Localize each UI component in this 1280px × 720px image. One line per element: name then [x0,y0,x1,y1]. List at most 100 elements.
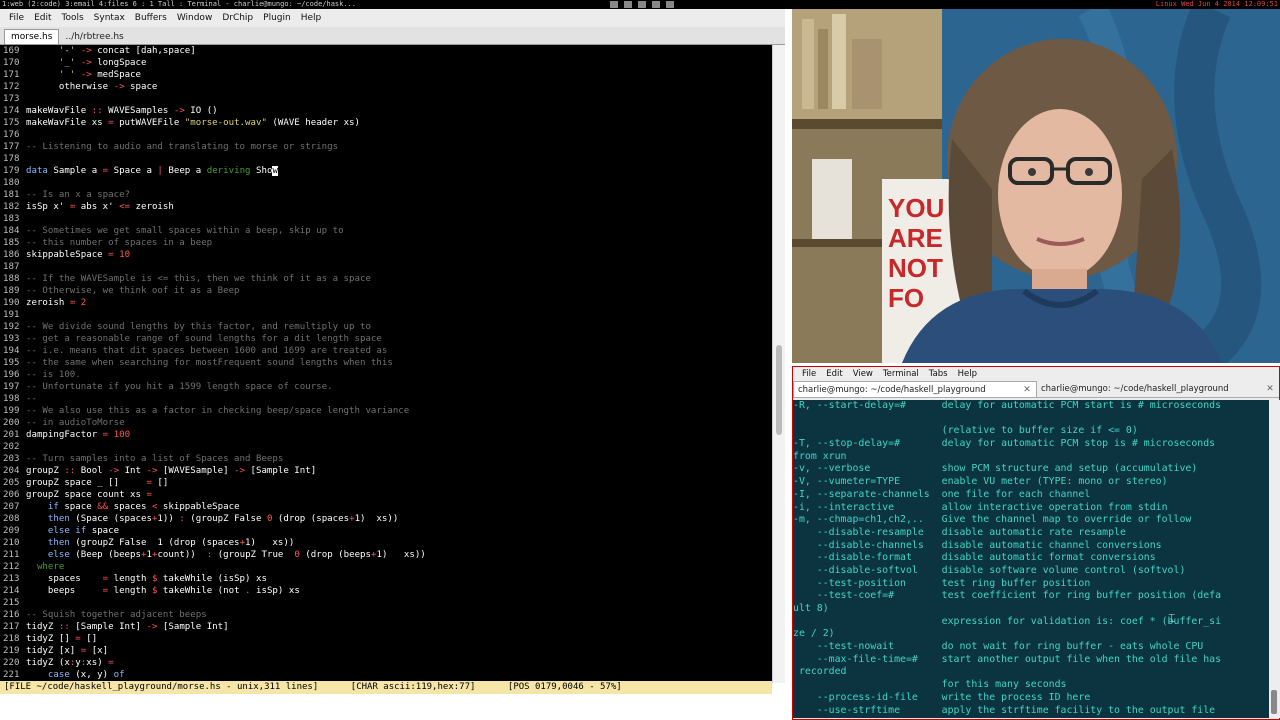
code-line[interactable]: 171 ' ' -> medSpace [0,69,772,81]
scroll-thumb[interactable] [1271,690,1277,714]
close-icon[interactable]: ✕ [1022,385,1032,395]
code-line[interactable]: 178 [0,153,772,165]
code-line[interactable]: 213 spaces = length $ takeWhile (isSp) x… [0,573,772,585]
menu-buffers[interactable]: Buffers [130,13,172,23]
code-line[interactable]: 220 tidyZ (x:y:xs) = [0,657,772,669]
code-line[interactable]: 219 tidyZ [x] = [x] [0,645,772,657]
terminal-line: --test-position test ring buffer positio… [793,577,1091,589]
code-line[interactable]: 173 [0,93,772,105]
tray-icon[interactable] [666,1,674,8]
terminal-menu-edit[interactable]: Edit [821,369,847,379]
code-line[interactable]: 200 -- in audioToMorse [0,417,772,429]
terminal-menu-file[interactable]: File [797,369,821,379]
menu-window[interactable]: Window [172,13,218,23]
terminal-output[interactable]: -R, --start-delay=# delay for automatic … [793,400,1269,718]
terminal-tab[interactable]: charlie@mungo: ~/code/haskell_playground… [793,381,1037,397]
menu-tools[interactable]: Tools [57,13,89,23]
code-text: skippableSpace = 10 [26,250,131,260]
code-line[interactable]: 217 tidyZ :: [Sample Int] -> [Sample Int] [0,621,772,633]
menu-plugin[interactable]: Plugin [258,13,296,23]
code-line[interactable]: 189 -- Otherwise, we think oof it as a Be… [0,285,772,297]
terminal-menu-tabs[interactable]: Tabs [924,369,953,379]
code-line[interactable]: 183 [0,213,772,225]
code-line[interactable]: 184 -- Sometimes we get small spaces with… [0,225,772,237]
code-line[interactable]: 208 then (Space (spaces+1)) : (groupZ Fa… [0,513,772,525]
code-text: -- is 100. [26,370,81,380]
terminal-line: --test-nowait do not wait for ring buffe… [793,641,1204,653]
menu-file[interactable]: File [4,13,29,23]
code-line[interactable]: 169 '-' -> concat [dah,space] [0,45,772,57]
tray-icon[interactable] [638,1,646,8]
code-line[interactable]: 179 data Sample a = Space a | Beep a deri… [0,165,772,177]
code-line[interactable]: 182 isSp x' = abs x' <= zeroish [0,201,772,213]
terminal-scrollbar[interactable] [1269,400,1280,718]
command-line[interactable] [0,694,785,720]
code-line[interactable]: 191 [0,309,772,321]
code-line[interactable]: 199 -- We also use this as a factor in ch… [0,405,772,417]
code-line[interactable]: 187 [0,261,772,273]
code-text: tidyZ [x] = [x] [26,646,109,656]
code-line[interactable]: 198 -- [0,393,772,405]
code-line[interactable]: 196 -- is 100. [0,369,772,381]
scroll-thumb[interactable] [776,345,782,435]
menu-help[interactable]: Help [296,13,327,23]
code-line[interactable]: 216 -- Squish together adjacent beeps [0,609,772,621]
editor-window: File Edit Tools Syntax Buffers Window Dr… [0,9,785,720]
code-line[interactable]: 180 [0,177,772,189]
menu-drchip[interactable]: DrChip [217,13,258,23]
code-line[interactable]: 190 zeroish = 2 [0,297,772,309]
tray-icon[interactable] [610,1,618,8]
code-line[interactable]: 194 -- i.e. means that dit spaces between… [0,345,772,357]
code-line[interactable]: 214 beeps = length $ takeWhile (not . is… [0,585,772,597]
code-line[interactable]: 201 dampingFactor = 100 [0,429,772,441]
code-line[interactable]: 211 else (Beep (beeps+1+count)) : (group… [0,549,772,561]
code-line[interactable]: 195 -- the same when searching for mostFr… [0,357,772,369]
os-label: Linux [1155,0,1177,8]
terminal-menu-view[interactable]: View [848,369,878,379]
code-line[interactable]: 174 makeWavFile :: WAVESamples -> IO () [0,105,772,117]
tray-icon[interactable] [652,1,660,8]
close-icon[interactable]: ✕ [1265,384,1275,394]
tab-morse[interactable]: morse.hs [4,29,60,44]
code-area[interactable]: 169 '-' -> concat [dah,space] 170 '_' -> … [0,45,772,683]
code-line[interactable]: 221 case (x, y) of [0,669,772,681]
code-line[interactable]: 185 -- this number of spaces in a beep [0,237,772,249]
code-text: then (Space (spaces+1)) : (groupZ False … [47,514,399,524]
code-line[interactable]: 218 tidyZ [] = [] [0,633,772,645]
code-line[interactable]: 210 then (groupZ False 1 (drop (spaces+1… [0,537,772,549]
code-line[interactable]: 215 [0,597,772,609]
code-line[interactable]: 209 else if space [0,525,772,537]
code-line[interactable]: 205 groupZ space _ [] = [] [0,477,772,489]
code-line[interactable]: 170 '_' -> longSpace [0,57,772,69]
code-line[interactable]: 176 [0,129,772,141]
code-line[interactable]: 197 -- Unfortunate if you hit a 1599 leng… [0,381,772,393]
terminal-tab-title: charlie@mungo: ~/code/haskell_playground [798,384,986,395]
terminal-tab[interactable]: charlie@mungo: ~/code/haskell_playground… [1037,381,1279,397]
code-line[interactable]: 175 makeWavFile xs = putWAVEFile "morse-o… [0,117,772,129]
code-line[interactable]: 202 [0,441,772,453]
code-line[interactable]: 177 -- Listening to audio and translating… [0,141,772,153]
code-line[interactable]: 172 otherwise -> space [0,81,772,93]
code-text: groupZ :: Bool -> Int -> [WAVESample] ->… [26,466,317,476]
editor-scrollbar[interactable] [772,45,785,683]
code-line[interactable]: 203 -- Turn samples into a list of Spaces… [0,453,772,465]
menu-syntax[interactable]: Syntax [89,13,130,23]
line-number: 201 [3,430,20,440]
terminal-menu-help[interactable]: Help [953,369,982,379]
code-text: -- Otherwise, we think oof it as a Beep [26,286,240,296]
tab-rbtree[interactable]: ../h/rbtree.hs [59,30,129,44]
code-line[interactable]: 181 -- Is an x a space? [0,189,772,201]
code-line[interactable]: 212 where [0,561,772,573]
code-line[interactable]: 188 -- If the WAVESample is <= this, then… [0,273,772,285]
code-line[interactable]: 192 -- We divide sound lengths by this fa… [0,321,772,333]
code-line[interactable]: 193 -- get a reasonable range of sound le… [0,333,772,345]
code-line[interactable]: 207 if space && spaces < skippableSpace [0,501,772,513]
tray-icon[interactable] [624,1,632,8]
line-number: 207 [3,502,20,512]
code-line[interactable]: 204 groupZ :: Bool -> Int -> [WAVESample]… [0,465,772,477]
workspace-list[interactable]: 1:web (2:code) 3:email 4:files 6 : 1 Tal… [2,0,356,9]
menu-edit[interactable]: Edit [29,13,56,23]
terminal-menu-terminal[interactable]: Terminal [878,369,924,379]
code-line[interactable]: 206 groupZ space count xs = [0,489,772,501]
code-line[interactable]: 186 skippableSpace = 10 [0,249,772,261]
